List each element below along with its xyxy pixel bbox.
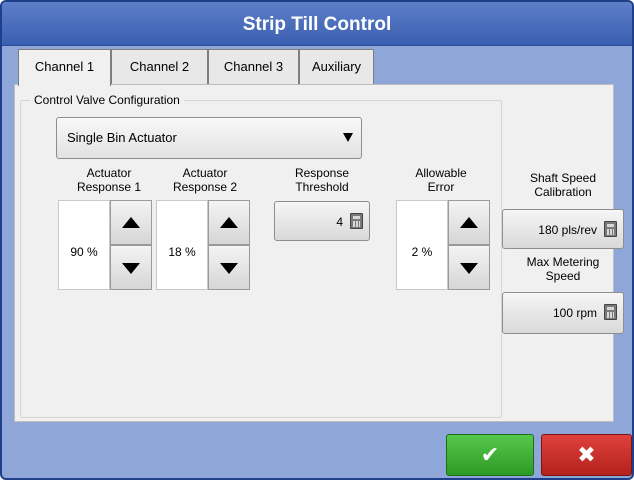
max-metering-speed-label: Max Metering Speed (505, 255, 621, 283)
actuator-response-1-label-line1: Actuator (86, 166, 132, 180)
valve-type-select[interactable]: Single Bin Actuator (56, 117, 362, 159)
response-threshold-field[interactable]: 4 (274, 201, 370, 241)
chevron-down-icon (343, 133, 353, 142)
shaft-speed-calibration-field[interactable]: 180 pls/rev (502, 209, 624, 249)
allowable-error-decrement-button[interactable] (448, 245, 490, 290)
valve-type-value: Single Bin Actuator (67, 130, 177, 145)
allowable-error-label: Allowable Error (396, 166, 486, 194)
actuator-response-1-increment-button[interactable] (110, 200, 152, 245)
calculator-icon (604, 221, 617, 237)
shaft-speed-calibration-value: 180 pls/rev (538, 223, 597, 237)
tab-channel-1[interactable]: Channel 1 (18, 49, 111, 86)
actuator-response-2-label-line1: Actuator (182, 166, 228, 180)
allowable-error-label-line1: Allowable (415, 166, 467, 180)
max-metering-speed-field[interactable]: 100 rpm (502, 292, 624, 334)
actuator-response-1-decrement-button[interactable] (110, 245, 152, 290)
shaft-speed-calibration-label-line2: Calibration (534, 185, 592, 199)
response-threshold-label-line2: Threshold (295, 180, 349, 194)
response-threshold-value: 4 (336, 215, 343, 229)
calculator-icon (604, 304, 617, 320)
actuator-response-1-field[interactable]: 90 % (58, 200, 110, 290)
shaft-speed-calibration-label: Shaft Speed Calibration (505, 171, 621, 199)
max-metering-speed-value: 100 rpm (552, 306, 597, 320)
actuator-response-2-value: 18 % (168, 245, 196, 259)
max-metering-speed-label-line2: Speed (545, 269, 581, 283)
up-arrow-icon (460, 216, 478, 228)
x-icon: ✖ (577, 443, 596, 468)
actuator-response-1-value: 90 % (70, 245, 98, 259)
tab-auxiliary[interactable]: Auxiliary (299, 49, 374, 84)
max-metering-speed-label-line1: Max Metering (526, 255, 600, 269)
title-bar: Strip Till Control (2, 2, 632, 46)
tab-channel-3[interactable]: Channel 3 (208, 49, 299, 84)
down-arrow-icon (220, 262, 238, 274)
tab-channel-2[interactable]: Channel 2 (111, 49, 208, 84)
allowable-error-value: 2 % (411, 245, 433, 259)
window-title: Strip Till Control (242, 14, 392, 35)
down-arrow-icon (122, 262, 140, 274)
allowable-error-label-line2: Error (427, 180, 455, 194)
shaft-speed-calibration-label-line1: Shaft Speed (529, 171, 597, 185)
up-arrow-icon (122, 216, 140, 228)
actuator-response-1-label-line2: Response 1 (76, 180, 142, 194)
control-valve-group-label: Control Valve Configuration (30, 93, 184, 107)
up-arrow-icon (220, 216, 238, 228)
response-threshold-label-line1: Response (294, 166, 350, 180)
response-threshold-label: Response Threshold (272, 166, 372, 194)
calculator-icon (350, 213, 363, 229)
cancel-button[interactable]: ✖ (541, 434, 632, 476)
ok-button[interactable]: ✔ (446, 434, 534, 476)
actuator-response-2-increment-button[interactable] (208, 200, 250, 245)
actuator-response-2-field[interactable]: 18 % (156, 200, 208, 290)
allowable-error-increment-button[interactable] (448, 200, 490, 245)
allowable-error-field[interactable]: 2 % (396, 200, 448, 290)
actuator-response-2-decrement-button[interactable] (208, 245, 250, 290)
actuator-response-2-label: Actuator Response 2 (160, 166, 250, 194)
actuator-response-1-label: Actuator Response 1 (64, 166, 154, 194)
actuator-response-2-label-line2: Response 2 (172, 180, 238, 194)
down-arrow-icon (460, 262, 478, 274)
checkmark-icon: ✔ (480, 443, 500, 468)
